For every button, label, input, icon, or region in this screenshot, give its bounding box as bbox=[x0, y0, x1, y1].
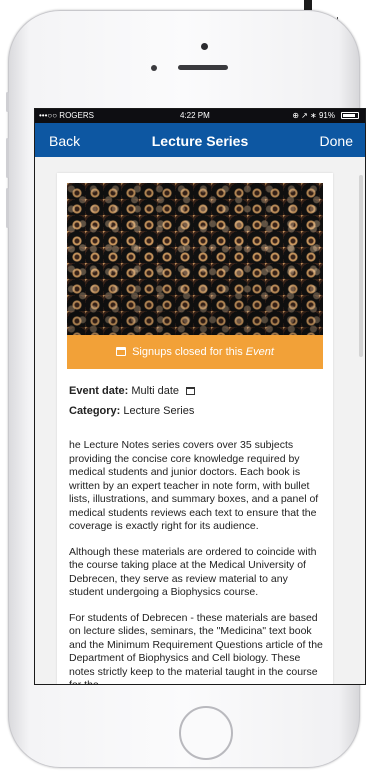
event-meta: Event date: Multi date Category: Lecture… bbox=[69, 385, 196, 425]
battery-icon bbox=[341, 112, 359, 119]
status-time: 4:22 PM bbox=[180, 111, 210, 120]
done-button[interactable]: Done bbox=[320, 133, 353, 149]
navigation-bar: Back Lecture Series Done bbox=[35, 123, 365, 157]
calendar-icon[interactable] bbox=[186, 387, 196, 395]
signup-emphasis: Event bbox=[245, 346, 274, 358]
home-button[interactable] bbox=[179, 706, 233, 760]
event-card: Signups closed for this Event Event date… bbox=[57, 173, 333, 685]
category-row: Category: Lecture Series bbox=[69, 405, 195, 417]
category-value: Lecture Series bbox=[123, 405, 195, 417]
category-label: Category: bbox=[69, 405, 121, 417]
signup-status-banner: Signups closed for this Event bbox=[67, 335, 323, 369]
earpiece-speaker bbox=[178, 65, 228, 70]
mute-switch bbox=[6, 92, 9, 112]
carrier-label: •••○○ ROGERS bbox=[39, 111, 94, 120]
proximity-sensor bbox=[151, 65, 157, 71]
volume-up-button bbox=[6, 138, 9, 178]
event-date-row: Event date: Multi date bbox=[69, 385, 196, 397]
event-date-label: Event date: bbox=[69, 385, 129, 397]
page-title: Lecture Series bbox=[151, 133, 249, 149]
description-paragraph-3: For students of Debrecen - these materia… bbox=[69, 611, 323, 685]
status-indicators: ⊕ ↗ ∗ 91% bbox=[292, 111, 335, 120]
event-date-value: Multi date bbox=[131, 385, 180, 397]
event-description: he Lecture Notes series covers over 35 s… bbox=[69, 439, 323, 685]
event-photo bbox=[67, 183, 323, 335]
status-bar: •••○○ ROGERS 4:22 PM ⊕ ↗ ∗ 91% bbox=[35, 109, 365, 123]
front-camera bbox=[201, 43, 208, 50]
signup-text: Signups closed for this bbox=[132, 346, 243, 358]
description-paragraph-1: he Lecture Notes series covers over 35 s… bbox=[69, 439, 319, 532]
scrollbar[interactable] bbox=[359, 175, 363, 357]
volume-down-button bbox=[6, 188, 9, 228]
calendar-icon bbox=[116, 347, 127, 356]
phone-screen: •••○○ ROGERS 4:22 PM ⊕ ↗ ∗ 91% Back Lect… bbox=[34, 108, 366, 685]
content-scroll-area[interactable]: Signups closed for this Event Event date… bbox=[35, 157, 365, 684]
description-paragraph-2: Although these materials are ordered to … bbox=[69, 545, 317, 599]
